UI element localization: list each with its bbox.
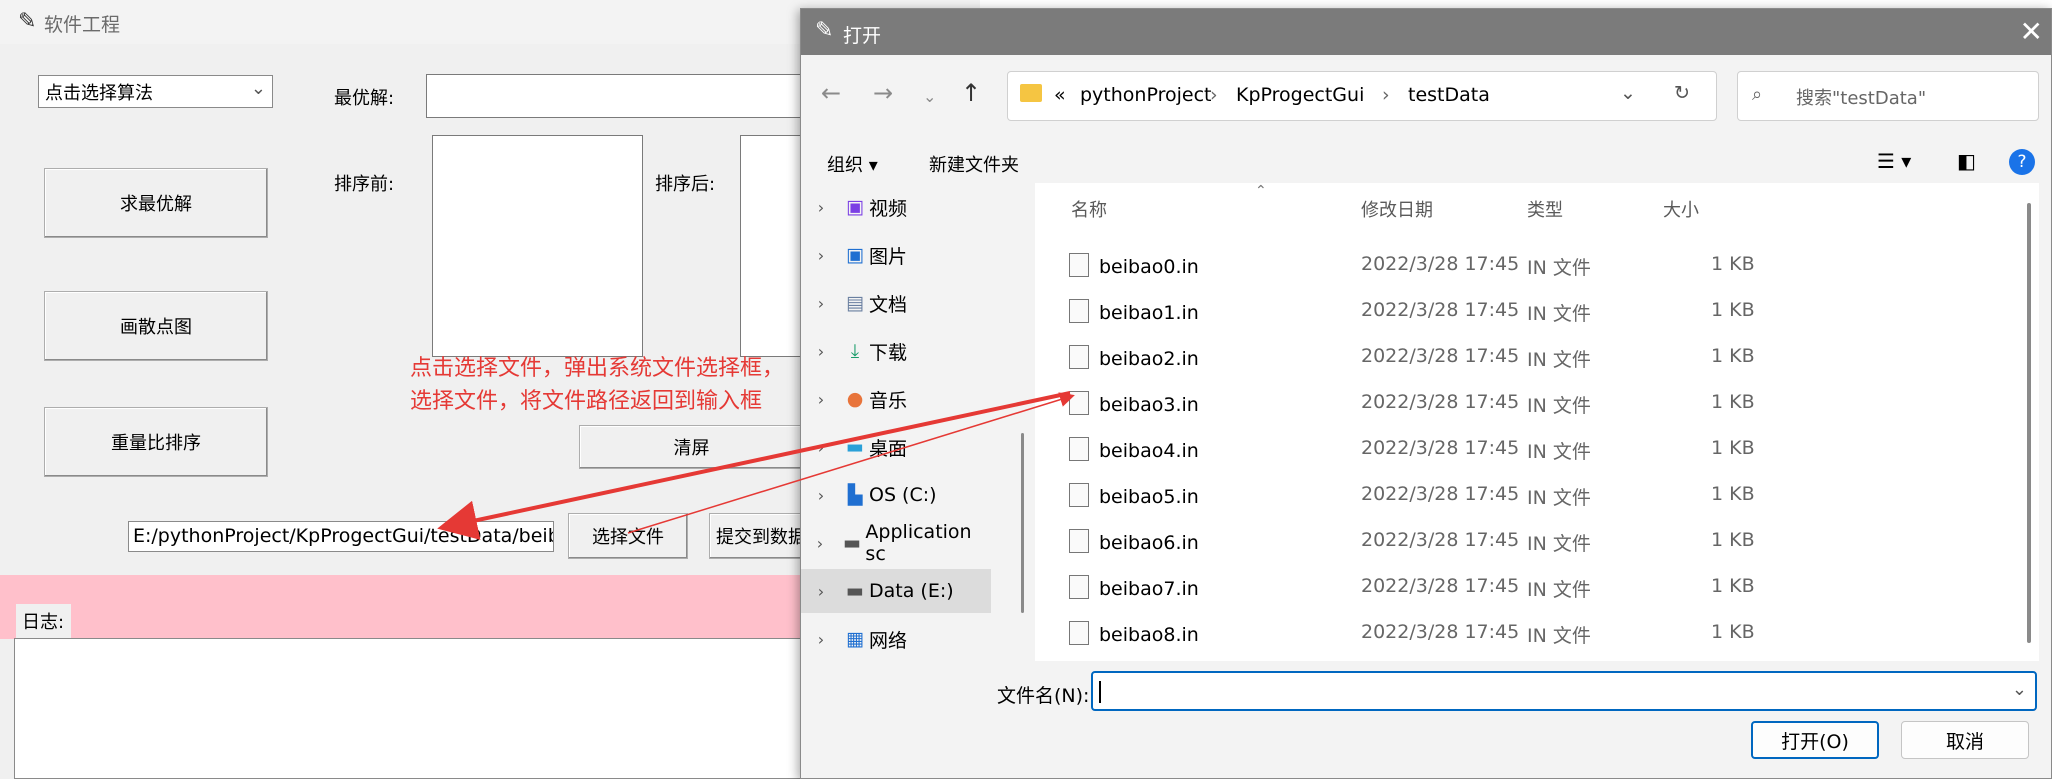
annotation-arrows [437, 391, 1075, 540]
arrow-to-file [627, 392, 1075, 534]
arrow-to-path-input [437, 391, 1071, 540]
